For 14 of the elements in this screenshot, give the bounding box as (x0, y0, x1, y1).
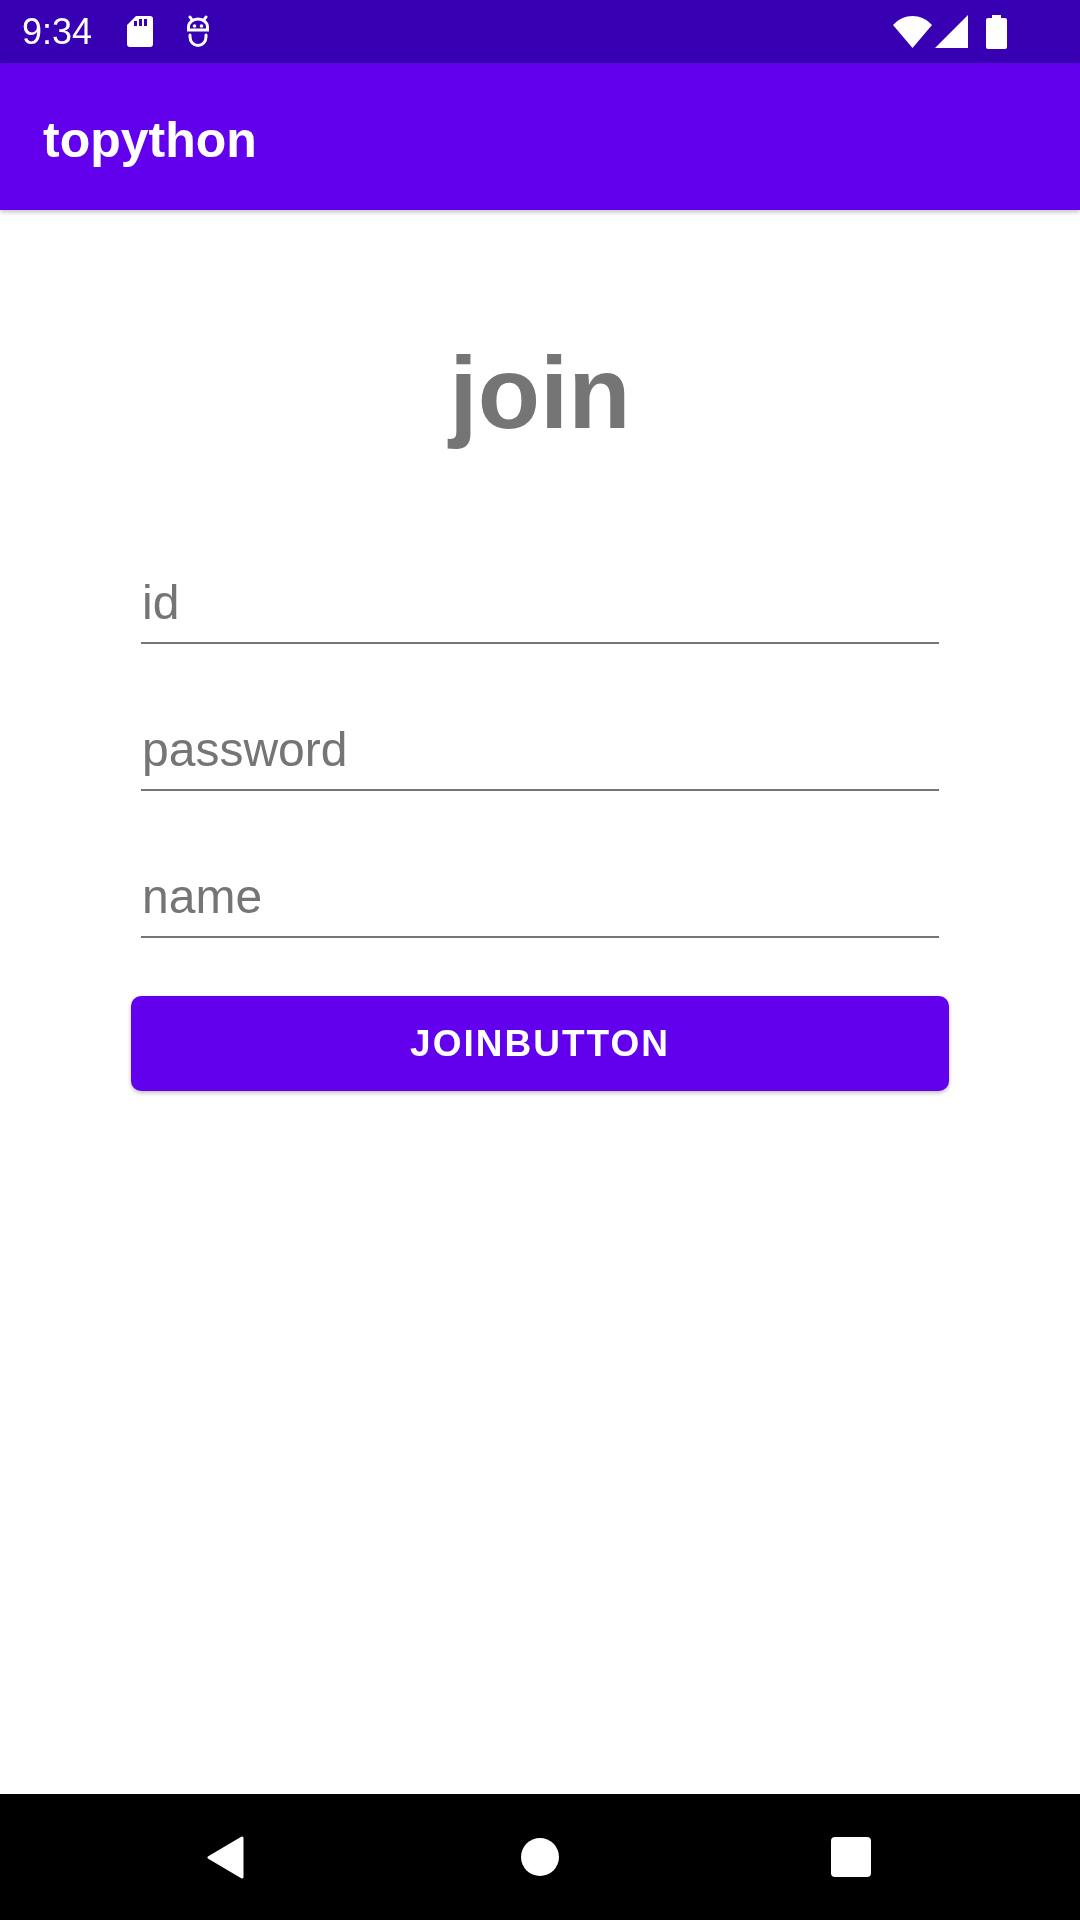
input-field[interactable]: id (141, 575, 939, 644)
signal-icon (935, 15, 968, 48)
join-button[interactable]: JOINBUTTON (131, 995, 949, 1091)
battery-icon (986, 14, 1007, 49)
page-heading: join (446, 335, 632, 452)
robot-icon (186, 15, 211, 48)
status-time: 9:34 (22, 13, 93, 50)
input-field[interactable]: password (141, 722, 939, 791)
memory-card-icon (127, 16, 154, 47)
app-title: topython (43, 110, 257, 170)
wifi-icon (893, 15, 932, 48)
back-icon[interactable] (207, 1835, 244, 1879)
home-icon[interactable] (521, 1838, 559, 1876)
input-field[interactable]: name (141, 869, 939, 938)
